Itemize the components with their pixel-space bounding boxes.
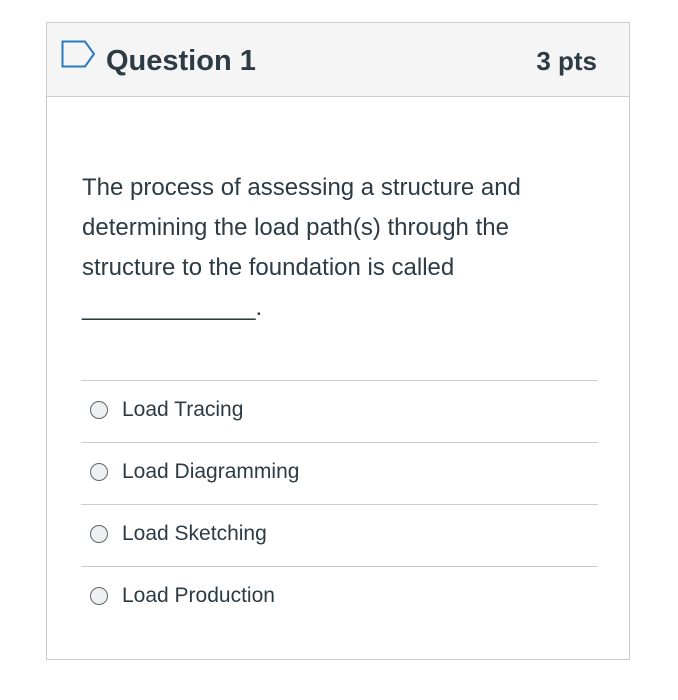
radio-button[interactable] xyxy=(90,525,108,543)
question-text-line: determining the load path(s) through the xyxy=(82,214,509,241)
question-text-line: The process of assessing a structure and xyxy=(82,174,521,201)
answer-label: Load Production xyxy=(122,584,275,607)
answer-option-load-sketching[interactable]: Load Sketching xyxy=(81,504,598,566)
bookmark-flag-icon[interactable] xyxy=(61,40,97,68)
answer-label: Load Diagramming xyxy=(122,460,300,483)
question-blank-line: _____________. xyxy=(82,294,263,321)
radio-button[interactable] xyxy=(90,463,108,481)
question-card: Question 1 3 pts The process of assessin… xyxy=(46,22,630,660)
question-text: The process of assessing a structure and… xyxy=(82,168,582,328)
radio-button[interactable] xyxy=(90,587,108,605)
radio-button[interactable] xyxy=(90,401,108,419)
answer-label: Load Sketching xyxy=(122,522,267,545)
answer-option-load-diagramming[interactable]: Load Diagramming xyxy=(81,442,598,504)
answer-option-load-tracing[interactable]: Load Tracing xyxy=(81,380,598,442)
answer-option-load-production[interactable]: Load Production xyxy=(81,566,598,628)
answer-list: Load Tracing Load Diagramming Load Sketc… xyxy=(81,380,598,628)
question-text-line: structure to the foundation is called xyxy=(82,254,455,281)
question-title: Question 1 xyxy=(106,45,256,77)
answer-label: Load Tracing xyxy=(122,398,244,421)
question-points: 3 pts xyxy=(536,46,597,76)
question-header: Question 1 3 pts xyxy=(47,23,629,97)
